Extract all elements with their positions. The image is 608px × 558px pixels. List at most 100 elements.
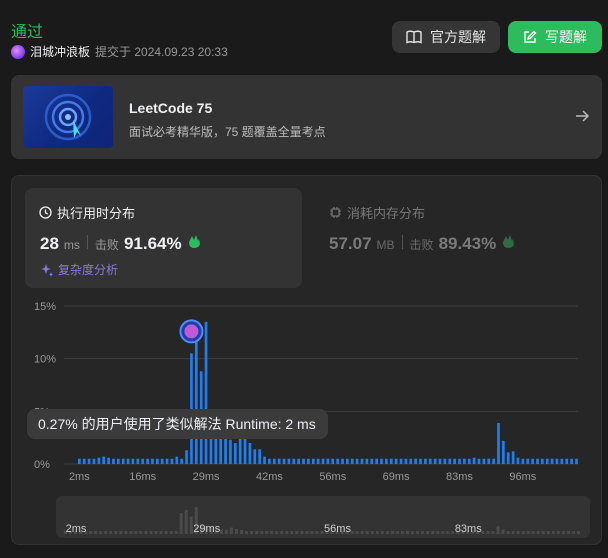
- chart-bar[interactable]: [116, 458, 120, 464]
- chart-bar[interactable]: [399, 458, 403, 464]
- chart-bar[interactable]: [521, 458, 525, 464]
- runtime-card[interactable]: 执行用时分布 28 ms 击败 91.64% 复杂度分析: [25, 188, 302, 288]
- chart-bar[interactable]: [326, 458, 330, 464]
- chart-bar[interactable]: [263, 456, 266, 464]
- chart-bar[interactable]: [253, 449, 257, 464]
- chart-bar[interactable]: [282, 458, 286, 464]
- chart-bar[interactable]: [321, 458, 325, 464]
- chart-bar[interactable]: [87, 458, 91, 464]
- chart-bar[interactable]: [545, 458, 549, 464]
- memory-tab[interactable]: 消耗内存分布: [329, 203, 425, 222]
- chart-bar[interactable]: [151, 458, 154, 464]
- chart-bar[interactable]: [458, 458, 461, 464]
- chart-bar[interactable]: [102, 456, 106, 464]
- complexity-analysis-link[interactable]: 复杂度分析: [40, 261, 118, 278]
- chart-bar[interactable]: [277, 458, 281, 464]
- chart-bar[interactable]: [511, 451, 515, 464]
- chart-bar[interactable]: [536, 458, 539, 464]
- chart-bar[interactable]: [560, 458, 564, 464]
- chart-bar[interactable]: [565, 458, 569, 464]
- chart-bar[interactable]: [477, 458, 481, 464]
- chart-bar[interactable]: [107, 457, 110, 464]
- chart-bar[interactable]: [555, 458, 559, 464]
- official-solution-button[interactable]: 官方题解: [392, 21, 500, 53]
- chart-bar[interactable]: [258, 449, 262, 464]
- chart-bar[interactable]: [82, 458, 86, 464]
- chart-bar[interactable]: [487, 458, 491, 464]
- chart-bar[interactable]: [121, 458, 125, 464]
- chart-bar[interactable]: [448, 458, 452, 464]
- range-overview[interactable]: 2ms 29ms 56ms 83ms: [56, 496, 590, 538]
- chart-bar[interactable]: [502, 440, 505, 464]
- chart-bar[interactable]: [341, 458, 344, 464]
- chart-bar[interactable]: [248, 442, 252, 464]
- chart-bar[interactable]: [414, 458, 417, 464]
- chart-bar[interactable]: [146, 458, 149, 464]
- chart-bar[interactable]: [370, 458, 374, 464]
- chart-bar[interactable]: [194, 337, 198, 464]
- chart-bar[interactable]: [136, 458, 140, 464]
- chart-bar[interactable]: [424, 458, 427, 464]
- chart-bar[interactable]: [404, 458, 408, 464]
- chart-bar[interactable]: [438, 458, 442, 464]
- chart-bar[interactable]: [570, 458, 573, 464]
- chart-bar[interactable]: [297, 458, 301, 464]
- chart-bar[interactable]: [541, 458, 544, 464]
- chart-bar[interactable]: [472, 457, 476, 464]
- username-link[interactable]: 泪城冲浪板: [30, 43, 90, 60]
- range-overview-chart[interactable]: 2ms 29ms 56ms 83ms: [56, 496, 590, 538]
- chart-bar[interactable]: [92, 458, 96, 464]
- chart-bar[interactable]: [467, 458, 471, 464]
- chart-bar[interactable]: [336, 458, 339, 464]
- chart-bar[interactable]: [165, 458, 169, 464]
- chart-bar[interactable]: [575, 458, 578, 464]
- chart-bar[interactable]: [268, 458, 271, 464]
- chart-bar[interactable]: [375, 458, 378, 464]
- runtime-distribution-chart[interactable]: 15%10%5%0%2ms16ms29ms42ms56ms69ms83ms96m…: [12, 296, 602, 496]
- chart-bar[interactable]: [97, 457, 101, 464]
- avatar[interactable]: [11, 44, 25, 59]
- chart-bar[interactable]: [307, 458, 310, 464]
- chart-bar[interactable]: [346, 458, 349, 464]
- chart-bar[interactable]: [229, 439, 232, 464]
- chart-bar[interactable]: [311, 458, 315, 464]
- chart-bar[interactable]: [506, 452, 510, 464]
- chart-bar[interactable]: [394, 458, 398, 464]
- chart-bar[interactable]: [350, 458, 354, 464]
- chart-bar[interactable]: [131, 458, 135, 464]
- chart-bar[interactable]: [419, 458, 422, 464]
- chart-bar[interactable]: [497, 422, 500, 464]
- chart-bar[interactable]: [531, 458, 534, 464]
- chart-bar[interactable]: [516, 457, 520, 464]
- chart-bar[interactable]: [492, 458, 495, 464]
- chart-bar[interactable]: [112, 458, 115, 464]
- leetcode75-promo-card[interactable]: LeetCode 75 面试必考精华版，75 题覆盖全量考点: [11, 75, 602, 159]
- chart-bar[interactable]: [155, 458, 159, 464]
- chart-bar[interactable]: [204, 321, 208, 464]
- chart-bar[interactable]: [316, 458, 320, 464]
- chart-bar[interactable]: [141, 458, 145, 464]
- chart-bar[interactable]: [302, 458, 305, 464]
- chart-bar[interactable]: [78, 458, 81, 464]
- chart-bar[interactable]: [126, 458, 130, 464]
- chart-bar[interactable]: [180, 458, 184, 464]
- chart-bar[interactable]: [160, 458, 164, 464]
- chart-bar[interactable]: [287, 458, 291, 464]
- chart-bar[interactable]: [272, 458, 276, 464]
- chart-bar[interactable]: [453, 458, 456, 464]
- write-solution-button[interactable]: 写题解: [508, 21, 602, 53]
- chart-bar[interactable]: [233, 442, 237, 464]
- chart-bar[interactable]: [409, 458, 413, 464]
- chart-bar[interactable]: [389, 458, 393, 464]
- chart-bar[interactable]: [443, 458, 447, 464]
- chart-bar[interactable]: [433, 458, 437, 464]
- chart-bar[interactable]: [331, 458, 335, 464]
- chart-bar[interactable]: [170, 458, 174, 464]
- chart-bar[interactable]: [175, 456, 179, 464]
- chart-bar[interactable]: [360, 458, 364, 464]
- chart-bar[interactable]: [428, 458, 432, 464]
- chart-bar[interactable]: [365, 458, 369, 464]
- chart-bar[interactable]: [385, 458, 388, 464]
- chart-bar[interactable]: [550, 458, 554, 464]
- chart-bar[interactable]: [482, 458, 486, 464]
